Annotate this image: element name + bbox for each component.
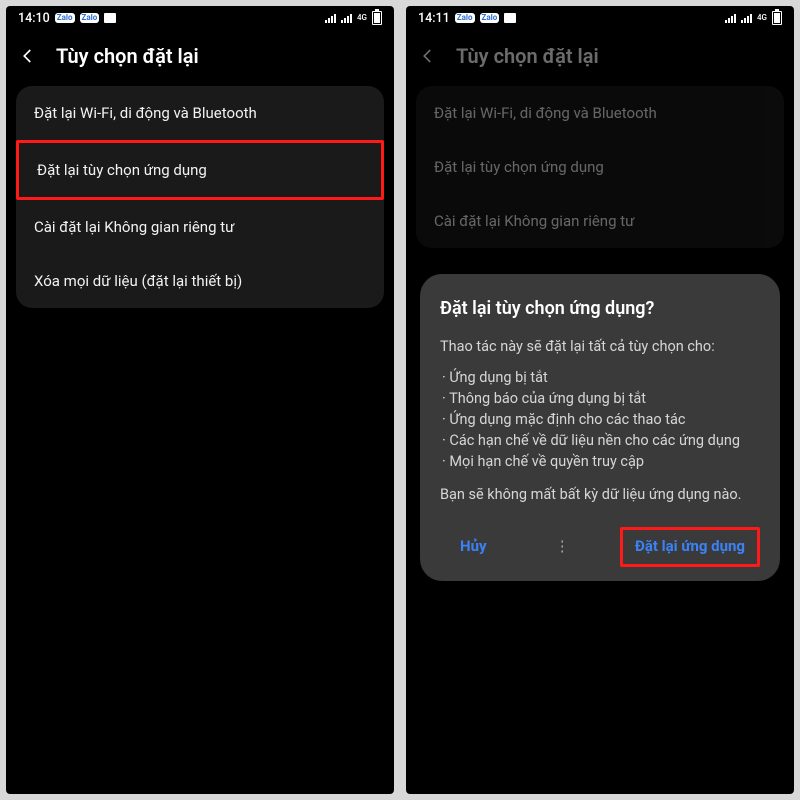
phone-left: 14:10 Zalo Zalo 4G Tùy chọn đặt lại Đặt … bbox=[6, 6, 394, 794]
settings-list: Đặt lại Wi-Fi, di động và Bluetooth Đặt … bbox=[16, 86, 384, 308]
battery-icon bbox=[772, 11, 782, 25]
network-type: 4G bbox=[757, 14, 767, 22]
dialog-bullet: Các hạn chế về dữ liệu nền cho các ứng d… bbox=[440, 430, 760, 451]
battery-icon bbox=[372, 11, 382, 25]
status-bar: 14:10 Zalo Zalo 4G bbox=[6, 6, 394, 30]
signal-icon bbox=[325, 13, 336, 23]
page-title: Tùy chọn đặt lại bbox=[56, 44, 199, 68]
row-factory-reset[interactable]: Xóa mọi dữ liệu (đặt lại thiết bị) bbox=[16, 254, 384, 308]
status-bar: 14:11 Zalo Zalo 4G bbox=[406, 6, 794, 30]
dialog-bullet: Mọi hạn chế về quyền truy cập bbox=[440, 451, 760, 472]
page-header: Tùy chọn đặt lại bbox=[406, 30, 794, 86]
image-icon bbox=[104, 13, 116, 23]
settings-list: Đặt lại Wi-Fi, di động và Bluetooth Đặt … bbox=[416, 86, 784, 248]
dialog-note: Bạn sẽ không mất bất kỳ dữ liệu ứng dụng… bbox=[440, 484, 760, 505]
cancel-button[interactable]: Hủy bbox=[440, 528, 507, 566]
dialog-bullet: Ứng dụng bị tắt bbox=[440, 367, 760, 388]
zalo-badge-icon: Zalo bbox=[55, 13, 75, 23]
zalo-badge-icon: Zalo bbox=[80, 13, 100, 23]
dialog-bullets: Ứng dụng bị tắt Thông báo của ứng dụng b… bbox=[440, 367, 760, 472]
dialog-title: Đặt lại tùy chọn ứng dụng? bbox=[440, 296, 760, 322]
confirm-dialog: Đặt lại tùy chọn ứng dụng? Thao tác này … bbox=[420, 274, 780, 581]
row-reset-private-space[interactable]: Cài đặt lại Không gian riêng tư bbox=[416, 194, 784, 248]
signal-icon bbox=[741, 13, 752, 23]
phone-right: 14:11 Zalo Zalo 4G Tùy chọn đặt lại Đặt … bbox=[406, 6, 794, 794]
page-title: Tùy chọn đặt lại bbox=[456, 44, 599, 68]
row-reset-network[interactable]: Đặt lại Wi-Fi, di động và Bluetooth bbox=[16, 86, 384, 140]
network-type: 4G bbox=[357, 14, 367, 22]
status-time: 14:11 bbox=[418, 11, 450, 26]
row-reset-network[interactable]: Đặt lại Wi-Fi, di động và Bluetooth bbox=[416, 86, 784, 140]
confirm-button-highlight: Đặt lại ứng dụng bbox=[620, 527, 760, 567]
more-icon[interactable]: ⋮ bbox=[553, 536, 574, 558]
row-reset-app-prefs[interactable]: Đặt lại tùy chọn ứng dụng bbox=[416, 140, 784, 194]
zalo-badge-icon: Zalo bbox=[455, 13, 475, 23]
back-icon[interactable] bbox=[418, 46, 438, 66]
signal-icon bbox=[341, 13, 352, 23]
confirm-button[interactable]: Đặt lại ứng dụng bbox=[635, 536, 745, 558]
image-icon bbox=[504, 13, 516, 23]
dialog-actions: Hủy ⋮ Đặt lại ứng dụng bbox=[440, 527, 760, 567]
row-reset-private-space[interactable]: Cài đặt lại Không gian riêng tư bbox=[16, 200, 384, 254]
signal-icon bbox=[725, 13, 736, 23]
dialog-bullet: Ứng dụng mặc định cho các thao tác bbox=[440, 409, 760, 430]
page-header: Tùy chọn đặt lại bbox=[6, 30, 394, 86]
zalo-badge-icon: Zalo bbox=[480, 13, 500, 23]
status-time: 14:10 bbox=[18, 11, 50, 26]
back-icon[interactable] bbox=[18, 46, 38, 66]
row-reset-app-prefs[interactable]: Đặt lại tùy chọn ứng dụng bbox=[16, 140, 384, 200]
dialog-bullet: Thông báo của ứng dụng bị tắt bbox=[440, 388, 760, 409]
dialog-intro: Thao tác này sẽ đặt lại tất cả tùy chọn … bbox=[440, 336, 760, 357]
